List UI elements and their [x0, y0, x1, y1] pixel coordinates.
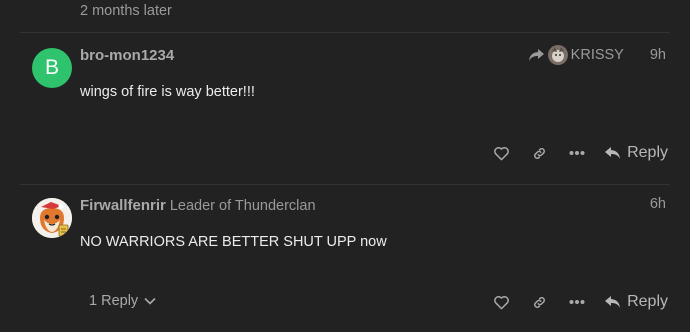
replies-count-label: 1 Reply	[89, 293, 139, 309]
post-body: wings of fire is way better!!!	[80, 84, 255, 100]
avatar[interactable]: B	[32, 48, 72, 88]
post-time[interactable]: 6h	[650, 196, 666, 212]
username[interactable]: bro-mon1234	[80, 47, 174, 64]
reply-to-indicator[interactable]: KRISSY	[528, 45, 624, 65]
user-title: Leader of Thunderclan	[169, 198, 316, 214]
time-gap-label: 2 months later	[80, 3, 172, 19]
username-text[interactable]: Firwallfenrir	[80, 197, 166, 214]
post-body: NO WARRIORS ARE BETTER SHUT UPP now	[80, 234, 387, 250]
divider	[20, 32, 670, 33]
username-text[interactable]: bro-mon1234	[80, 47, 174, 64]
copy-link-button[interactable]	[520, 287, 558, 317]
avatar[interactable]	[32, 198, 72, 238]
like-button[interactable]	[482, 287, 520, 317]
share-arrow-icon	[528, 49, 544, 61]
heart-icon	[493, 295, 509, 309]
heart-icon	[493, 146, 509, 160]
link-icon	[533, 147, 545, 159]
reply-button[interactable]: Reply	[604, 293, 668, 311]
reply-to-username: KRISSY	[570, 47, 624, 63]
post-actions: Reply	[482, 287, 668, 317]
username[interactable]: Firwallfenrir Leader of Thunderclan	[80, 197, 316, 214]
ellipsis-icon	[569, 300, 585, 304]
more-actions-button[interactable]	[558, 287, 596, 317]
ellipsis-icon	[569, 151, 585, 155]
reply-arrow-icon	[605, 296, 621, 308]
post-time[interactable]: 9h	[650, 47, 666, 63]
copy-link-button[interactable]	[520, 138, 558, 168]
link-icon	[533, 296, 545, 308]
like-button[interactable]	[482, 138, 520, 168]
post-meta: KRISSY 9h	[528, 45, 666, 65]
show-replies-button[interactable]: 1 Reply	[89, 293, 156, 309]
reply-arrow-icon	[605, 147, 621, 159]
reply-button-label: Reply	[627, 144, 668, 161]
more-actions-button[interactable]	[558, 138, 596, 168]
post-actions: Reply	[482, 138, 668, 168]
reply-to-avatar	[547, 45, 568, 65]
avatar-letter: B	[44, 56, 59, 79]
divider	[20, 184, 670, 185]
reply-button-label: Reply	[627, 293, 668, 310]
post-meta: 6h	[632, 196, 666, 212]
reply-button[interactable]: Reply	[604, 144, 668, 162]
avatar-image	[32, 198, 72, 238]
chevron-down-icon	[144, 297, 156, 305]
